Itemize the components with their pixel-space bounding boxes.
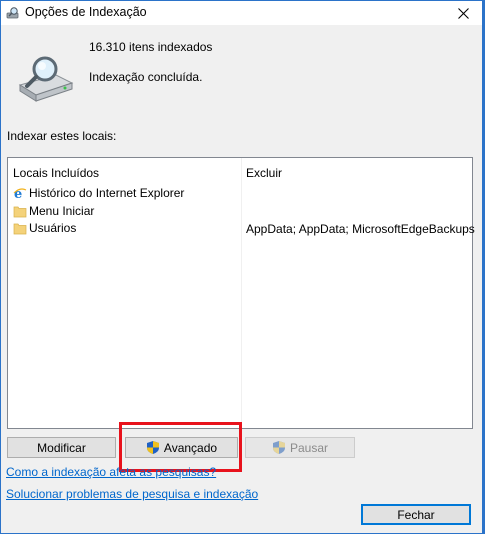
folder-icon: [13, 206, 27, 218]
modify-button-label: Modificar: [37, 440, 86, 455]
list-item-label: Usuários: [29, 221, 77, 235]
column-header-included[interactable]: Locais Incluídos: [13, 166, 99, 180]
list-item-internet-explorer-history[interactable]: e Histórico do Internet Explorer: [13, 185, 184, 201]
close-dialog-button-label: Fechar: [397, 507, 435, 522]
troubleshoot-link[interactable]: Solucionar problemas de pesquisa e index…: [6, 487, 258, 501]
folder-icon: [13, 223, 27, 235]
indexing-options-window: Opções de Indexação 16.310 itens indexad…: [0, 0, 485, 534]
advanced-button-label: Avançado: [163, 440, 218, 455]
column-divider[interactable]: [241, 158, 242, 428]
close-icon: [457, 7, 469, 19]
list-item-label: Menu Iniciar: [29, 204, 95, 218]
users-exclusions: AppData; AppData; MicrosoftEdgeBackups: [246, 222, 475, 236]
pause-button-label: Pausar: [289, 440, 329, 455]
indexed-locations-list[interactable]: Locais Incluídos Excluir e Histórico do …: [7, 157, 475, 429]
index-locations-label: Indexar estes locais:: [7, 129, 117, 143]
title-bar[interactable]: Opções de Indexação: [1, 1, 482, 25]
uac-shield-icon: [146, 441, 159, 454]
how-indexing-affects-link[interactable]: Como a indexação afeta as pesquisas?: [6, 465, 216, 479]
close-button[interactable]: [448, 1, 478, 25]
list-item-start-menu[interactable]: Menu Iniciar: [13, 203, 94, 219]
indexing-options-icon: [6, 7, 19, 19]
modify-button[interactable]: Modificar: [7, 437, 116, 458]
pause-button[interactable]: Pausar: [245, 437, 355, 458]
close-dialog-button[interactable]: Fechar: [361, 504, 471, 525]
indexing-status-text: Indexação concluída.: [89, 70, 203, 84]
drive-magnifier-icon: [18, 56, 74, 102]
window-title: Opções de Indexação: [25, 5, 147, 19]
column-header-excluded[interactable]: Excluir: [246, 166, 282, 180]
list-item-label: Histórico do Internet Explorer: [29, 186, 185, 200]
list-item-users[interactable]: Usuários: [13, 220, 76, 236]
indexed-items-count: 16.310 itens indexados: [89, 40, 213, 54]
advanced-button[interactable]: Avançado: [125, 437, 238, 458]
internet-explorer-icon: e: [13, 187, 27, 200]
uac-shield-icon: [272, 441, 285, 454]
